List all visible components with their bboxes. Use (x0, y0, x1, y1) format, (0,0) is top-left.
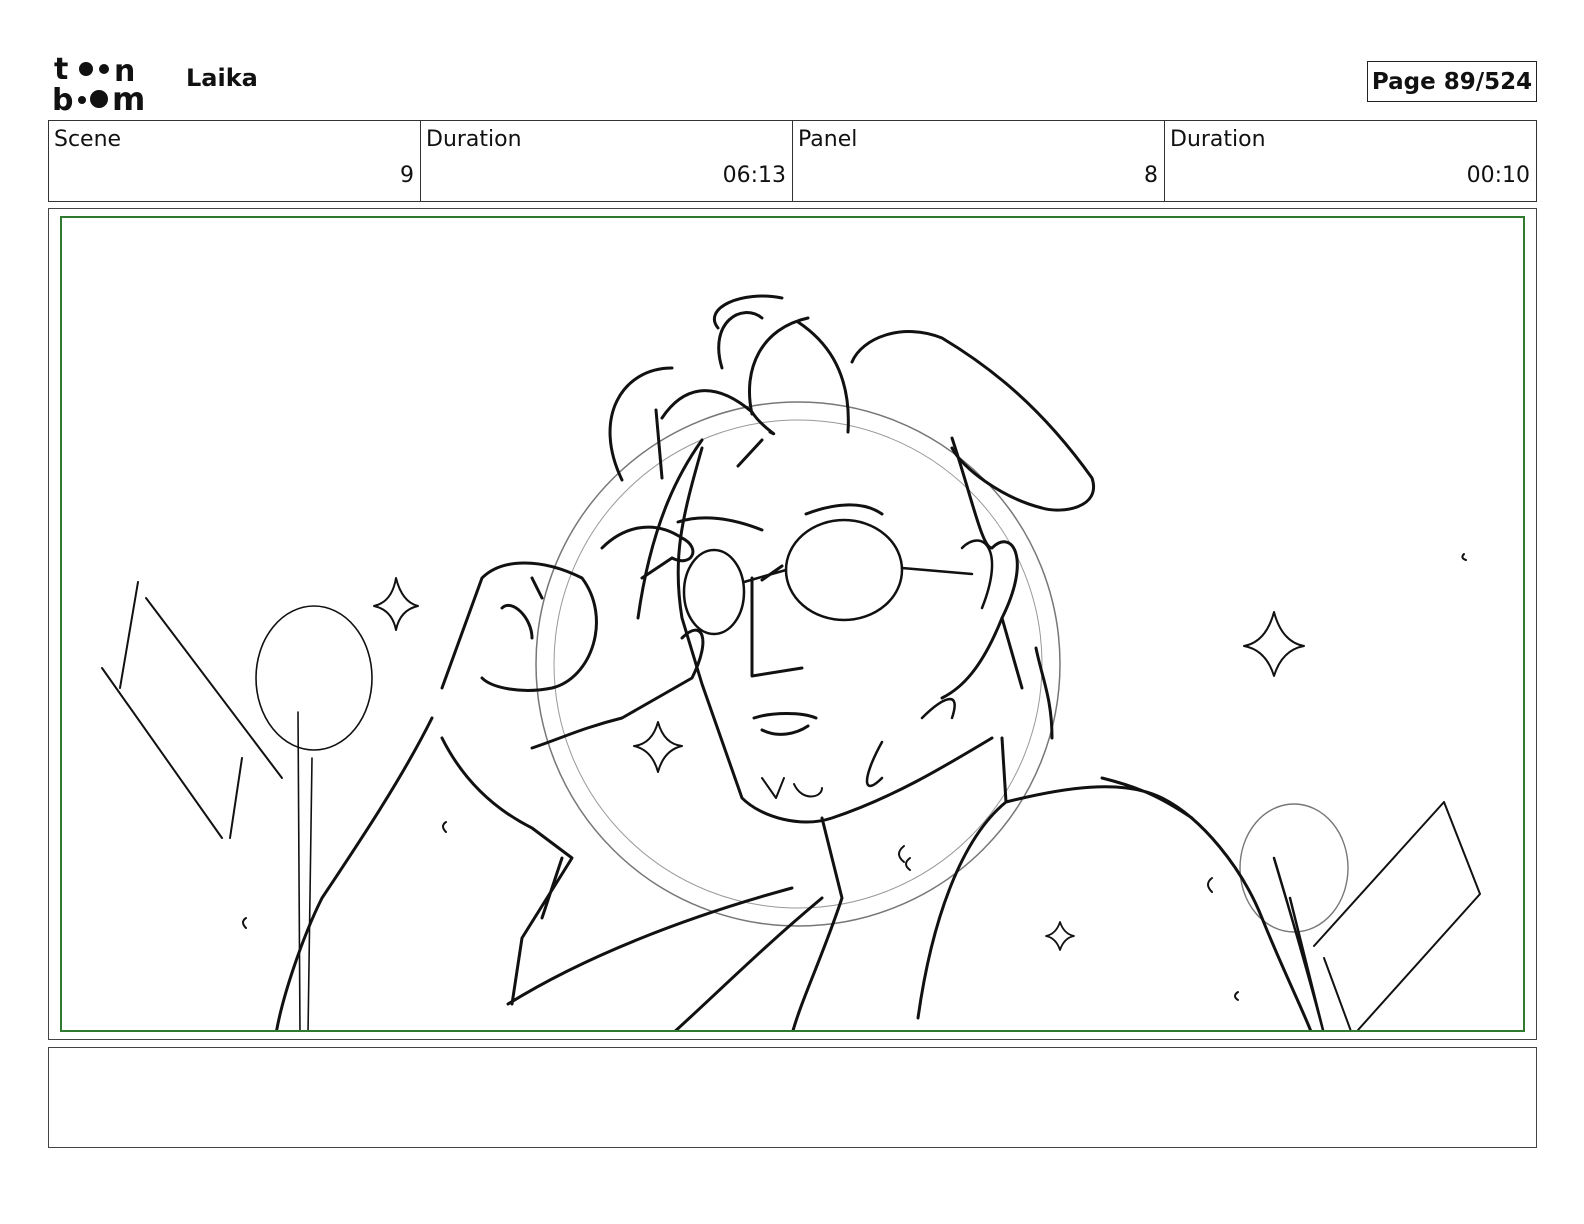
jacket (275, 616, 1313, 1030)
logo-dot (78, 96, 86, 104)
scene-cell: Scene 9 (49, 121, 421, 201)
character-sketch (101, 294, 1481, 1030)
sparkle (633, 721, 683, 773)
scene-duration-cell: Duration 06:13 (421, 121, 793, 201)
panel-notes-box[interactable] (48, 1047, 1537, 1148)
glow-circle (535, 401, 1061, 927)
project-name: Laika (186, 64, 258, 92)
glasses-lens-left (682, 548, 746, 636)
background-balloon (255, 605, 373, 751)
logo-dot (79, 62, 93, 76)
balloon-string (297, 711, 313, 1030)
background-lines-right (1313, 801, 1481, 1030)
button-mark (898, 845, 905, 863)
panel-duration-label: Duration (1170, 127, 1266, 152)
scene-duration-value: 06:13 (722, 163, 786, 188)
page-number: 89/524 (1443, 68, 1533, 95)
toonboom-logo-mark: t n b m (52, 52, 145, 112)
panel-label: Panel (798, 127, 858, 152)
panel-cell: Panel 8 (793, 121, 1165, 201)
background-lines-left (101, 581, 283, 839)
scene-label: Scene (54, 127, 122, 152)
sparkle (373, 577, 419, 631)
chin-lines (761, 777, 823, 799)
panel-duration-value: 00:10 (1466, 163, 1530, 188)
panel-info-table: Scene 9 Duration 06:13 Panel 8 Duration … (48, 120, 1537, 202)
logo-letter-t: t (54, 52, 68, 87)
panel-value: 8 (1144, 163, 1158, 188)
collar-lines (865, 698, 956, 788)
panel-duration-cell: Duration 00:10 (1165, 121, 1536, 201)
toonboom-logo: t n b m (52, 52, 164, 112)
logo-dot (99, 64, 109, 74)
sparkle (1243, 611, 1305, 677)
hand (440, 525, 705, 750)
hair-outline (608, 294, 1096, 620)
mouth (752, 712, 818, 736)
logo-letter-m: m (112, 80, 145, 112)
logo-dot (90, 90, 108, 108)
sparkle (1045, 921, 1075, 951)
scene-duration-label: Duration (426, 127, 522, 152)
page-indicator: Page 89/524 (1367, 61, 1537, 102)
scene-value: 9 (400, 163, 414, 188)
page-label: Page (1371, 68, 1436, 95)
storyboard-panel-image (60, 216, 1525, 1032)
logo-letter-b: b (52, 83, 73, 112)
small-marks (242, 553, 1467, 1001)
glasses-lens-right (784, 518, 904, 622)
